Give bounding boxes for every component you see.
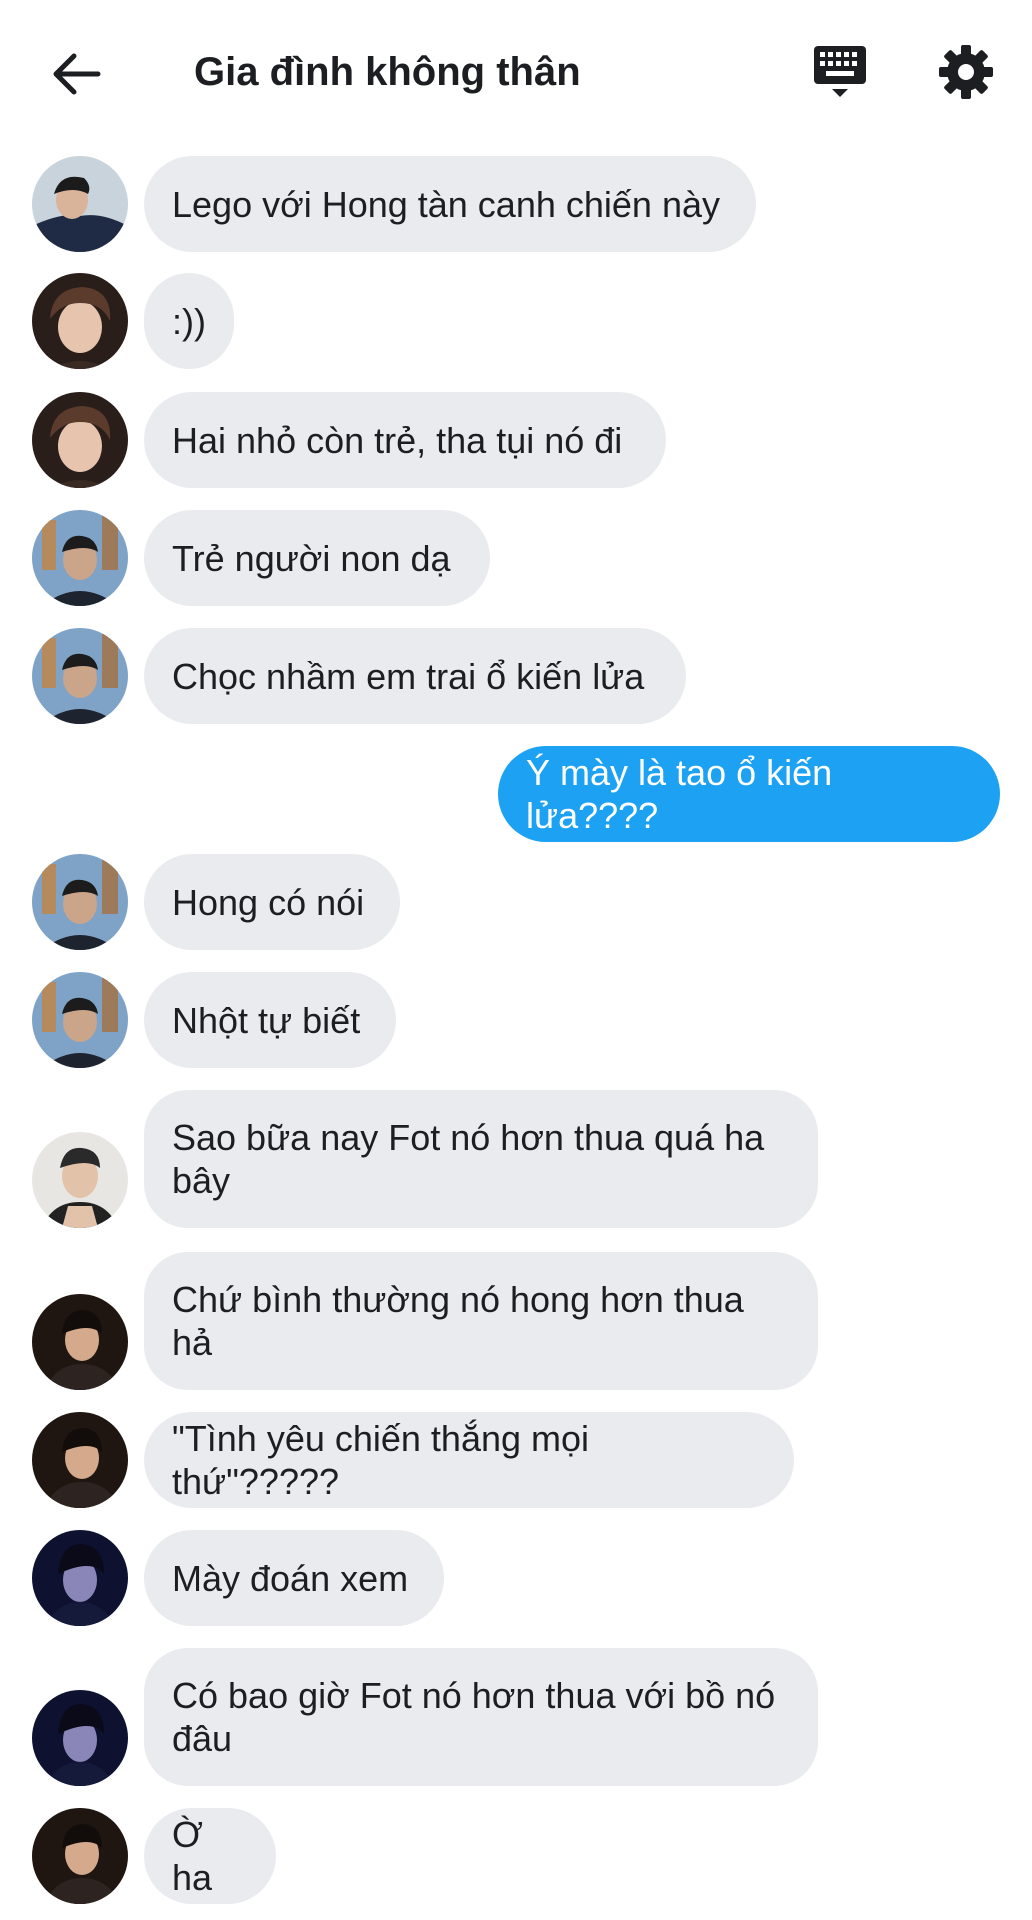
message-bubble[interactable]: Lego với Hong tàn canh chiến này [144,156,756,252]
settings-button[interactable] [928,34,1004,110]
avatar[interactable] [32,273,128,369]
message-row: Có bao giờ Fot nó hơn thua với bồ nó đâu [0,1648,1032,1786]
keyboard-button[interactable] [800,36,880,108]
message-row: Mày đoán xem [0,1530,1032,1626]
message-bubble[interactable]: Chọc nhầm em trai ổ kiến lửa [144,628,686,724]
avatar[interactable] [32,510,128,606]
avatar[interactable] [32,1690,128,1786]
avatar[interactable] [32,1530,128,1626]
avatar[interactable] [32,156,128,252]
message-bubble[interactable]: Trẻ người non dạ [144,510,490,606]
message-row: Hong có nói [0,854,1032,950]
message-bubble[interactable]: Có bao giờ Fot nó hơn thua với bồ nó đâu [144,1648,818,1786]
message-bubble[interactable]: "Tình yêu chiến thắng mọi thứ"????? [144,1412,794,1508]
message-bubble[interactable]: Hai nhỏ còn trẻ, tha tụi nó đi [144,392,666,488]
message-bubble[interactable]: Nhột tự biết [144,972,396,1068]
chat-header: Gia đình không thân [0,0,1032,140]
message-bubble[interactable]: Sao bữa nay Fot nó hơn thua quá ha bây [144,1090,818,1228]
message-row: Lego với Hong tàn canh chiến này [0,156,1032,252]
avatar[interactable] [32,628,128,724]
message-row: Ờ ha [0,1808,1032,1904]
gear-icon [939,45,993,99]
message-bubble[interactable]: Mày đoán xem [144,1530,444,1626]
avatar[interactable] [32,972,128,1068]
avatar[interactable] [32,1412,128,1508]
avatar[interactable] [32,854,128,950]
avatar[interactable] [32,392,128,488]
arrow-left-icon [53,53,101,95]
message-row: Hai nhỏ còn trẻ, tha tụi nó đi [0,392,1032,488]
avatar[interactable] [32,1132,128,1228]
message-row: Ý mày là tao ổ kiến lửa???? [0,746,1032,842]
message-row: Chọc nhầm em trai ổ kiến lửa [0,628,1032,724]
message-row: Nhột tự biết [0,972,1032,1068]
message-row: "Tình yêu chiến thắng mọi thứ"????? [0,1412,1032,1508]
message-row: Sao bữa nay Fot nó hơn thua quá ha bây [0,1090,1032,1228]
message-bubble-outgoing[interactable]: Ý mày là tao ổ kiến lửa???? [498,746,1000,842]
message-bubble[interactable]: Ờ ha [144,1808,276,1904]
message-row: :)) [0,273,1032,369]
avatar[interactable] [32,1294,128,1390]
avatar[interactable] [32,1808,128,1904]
message-bubble[interactable]: :)) [144,273,234,369]
message-row: Trẻ người non dạ [0,510,1032,606]
keyboard-icon [814,46,866,97]
message-row: Chứ bình thường nó hong hơn thua hả [0,1252,1032,1390]
back-button[interactable] [40,38,112,110]
page-title: Gia đình không thân [194,50,581,94]
message-bubble[interactable]: Hong có nói [144,854,400,950]
message-bubble[interactable]: Chứ bình thường nó hong hơn thua hả [144,1252,818,1390]
